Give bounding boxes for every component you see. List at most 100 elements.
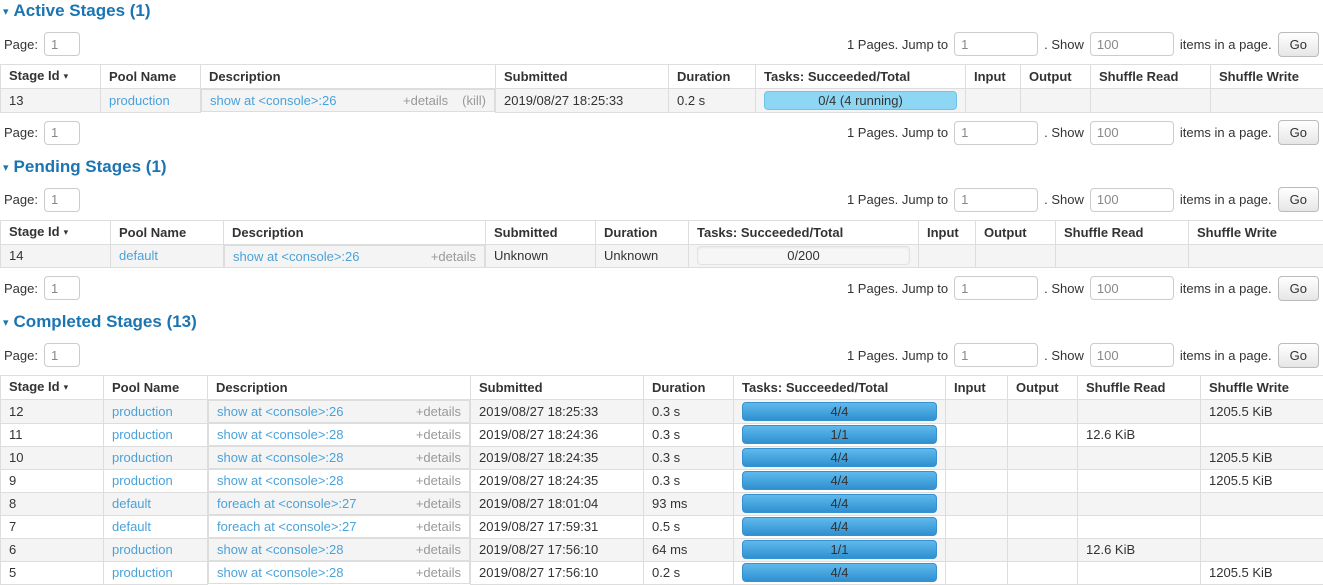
kill-link[interactable]: (kill): [462, 93, 486, 108]
description-link[interactable]: show at <console>:26: [210, 94, 336, 107]
details-toggle[interactable]: +details: [416, 427, 461, 442]
column-header-description[interactable]: Description: [208, 376, 471, 400]
pool-name-link[interactable]: production: [112, 404, 173, 419]
sort-desc-icon: ▾: [64, 71, 69, 81]
description-link[interactable]: foreach at <console>:27: [217, 497, 357, 510]
column-header-tasks-succeeded-total[interactable]: Tasks: Succeeded/Total: [756, 65, 966, 89]
column-header-duration[interactable]: Duration: [596, 220, 689, 244]
page-number-input[interactable]: [44, 32, 80, 56]
show-count-input[interactable]: [1090, 121, 1174, 145]
description-link[interactable]: show at <console>:28: [217, 566, 343, 579]
column-header-pool-name[interactable]: Pool Name: [101, 65, 201, 89]
column-header-description[interactable]: Description: [224, 220, 486, 244]
details-toggle[interactable]: +details: [416, 496, 461, 511]
pool-name-link[interactable]: production: [112, 565, 173, 580]
description-link[interactable]: show at <console>:26: [217, 405, 343, 418]
section-heading-completed-stages[interactable]: ▾Completed Stages (13): [3, 313, 1323, 333]
duration-cell: Unknown: [596, 244, 689, 268]
column-header-pool-name[interactable]: Pool Name: [104, 376, 208, 400]
description-link[interactable]: show at <console>:26: [233, 250, 359, 263]
page-number-input[interactable]: [44, 343, 80, 367]
column-header-input[interactable]: Input: [919, 220, 976, 244]
shuffle-read-cell: [1056, 244, 1189, 268]
column-header-shuffle-read[interactable]: Shuffle Read: [1056, 220, 1189, 244]
pages-info-text: 1 Pages. Jump to: [847, 125, 948, 140]
show-count-input[interactable]: [1090, 188, 1174, 212]
column-header-input[interactable]: Input: [946, 376, 1008, 400]
pool-name-link[interactable]: production: [112, 427, 173, 442]
page-number-input[interactable]: [44, 276, 80, 300]
go-button[interactable]: Go: [1278, 276, 1319, 301]
description-link[interactable]: foreach at <console>:27: [217, 520, 357, 533]
pages-info-text: 1 Pages. Jump to: [847, 192, 948, 207]
collapse-arrow-icon: ▾: [3, 6, 9, 18]
go-button[interactable]: Go: [1278, 120, 1319, 145]
description-link[interactable]: show at <console>:28: [217, 428, 343, 441]
submitted-cell: 2019/08/27 17:59:31: [471, 515, 644, 538]
column-header-stage-id[interactable]: Stage Id▾: [1, 376, 104, 400]
go-button[interactable]: Go: [1278, 343, 1319, 368]
column-header-submitted[interactable]: Submitted: [496, 65, 669, 89]
column-label: Output: [1029, 69, 1072, 84]
jump-to-input[interactable]: [954, 32, 1038, 56]
completed-stages-table: Stage Id▾Pool NameDescriptionSubmittedDu…: [0, 375, 1323, 585]
stage-id-cell: 10: [1, 446, 104, 469]
page-number-input[interactable]: [44, 121, 80, 145]
details-toggle[interactable]: +details: [416, 473, 461, 488]
column-header-output[interactable]: Output: [1008, 376, 1078, 400]
tasks-progress-bar: 4/4: [742, 517, 937, 536]
pool-name-cell: production: [104, 400, 208, 424]
tasks-cell: 4/4: [734, 446, 946, 469]
pool-name-link[interactable]: production: [112, 473, 173, 488]
details-toggle[interactable]: +details: [416, 565, 461, 580]
submitted-cell: 2019/08/27 18:24:35: [471, 469, 644, 492]
column-header-duration[interactable]: Duration: [669, 65, 756, 89]
column-header-shuffle-write[interactable]: Shuffle Write: [1189, 220, 1323, 244]
description-cell: show at <console>:28 +details: [208, 446, 470, 469]
pool-name-link[interactable]: default: [112, 496, 151, 511]
jump-to-input[interactable]: [954, 276, 1038, 300]
column-header-input[interactable]: Input: [966, 65, 1021, 89]
column-header-shuffle-read[interactable]: Shuffle Read: [1078, 376, 1201, 400]
jump-to-input[interactable]: [954, 121, 1038, 145]
column-header-output[interactable]: Output: [1021, 65, 1091, 89]
column-header-shuffle-write[interactable]: Shuffle Write: [1201, 376, 1323, 400]
pool-name-link[interactable]: default: [112, 519, 151, 534]
section-heading-active-stages[interactable]: ▾Active Stages (1): [3, 2, 1323, 22]
column-header-stage-id[interactable]: Stage Id▾: [1, 65, 101, 89]
show-count-input[interactable]: [1090, 32, 1174, 56]
jump-to-input[interactable]: [954, 343, 1038, 367]
description-link[interactable]: show at <console>:28: [217, 451, 343, 464]
shuffle-write-cell: 1205.5 KiB: [1201, 561, 1323, 584]
details-toggle[interactable]: +details: [416, 450, 461, 465]
column-header-tasks-succeeded-total[interactable]: Tasks: Succeeded/Total: [734, 376, 946, 400]
column-header-submitted[interactable]: Submitted: [471, 376, 644, 400]
column-header-tasks-succeeded-total[interactable]: Tasks: Succeeded/Total: [689, 220, 919, 244]
description-actions: +details: [416, 428, 461, 441]
description-link[interactable]: show at <console>:28: [217, 474, 343, 487]
go-button[interactable]: Go: [1278, 187, 1319, 212]
column-label: Tasks: Succeeded/Total: [697, 225, 843, 240]
go-button[interactable]: Go: [1278, 32, 1319, 57]
column-header-output[interactable]: Output: [976, 220, 1056, 244]
page-number-input[interactable]: [44, 188, 80, 212]
column-header-shuffle-write[interactable]: Shuffle Write: [1211, 65, 1323, 89]
column-header-description[interactable]: Description: [201, 65, 496, 89]
jump-to-input[interactable]: [954, 188, 1038, 212]
details-toggle[interactable]: +details: [416, 519, 461, 534]
details-toggle[interactable]: +details: [403, 93, 448, 108]
column-header-duration[interactable]: Duration: [644, 376, 734, 400]
column-header-pool-name[interactable]: Pool Name: [111, 220, 224, 244]
pool-name-link[interactable]: default: [119, 248, 158, 263]
show-count-input[interactable]: [1090, 343, 1174, 367]
pool-name-link[interactable]: production: [109, 93, 170, 108]
pool-name-link[interactable]: production: [112, 450, 173, 465]
column-header-submitted[interactable]: Submitted: [486, 220, 596, 244]
details-toggle[interactable]: +details: [416, 404, 461, 419]
details-toggle[interactable]: +details: [431, 249, 476, 264]
column-header-shuffle-read[interactable]: Shuffle Read: [1091, 65, 1211, 89]
show-count-input[interactable]: [1090, 276, 1174, 300]
section-heading-pending-stages[interactable]: ▾Pending Stages (1): [3, 158, 1323, 178]
column-header-stage-id[interactable]: Stage Id▾: [1, 220, 111, 244]
input-cell: [919, 244, 976, 268]
